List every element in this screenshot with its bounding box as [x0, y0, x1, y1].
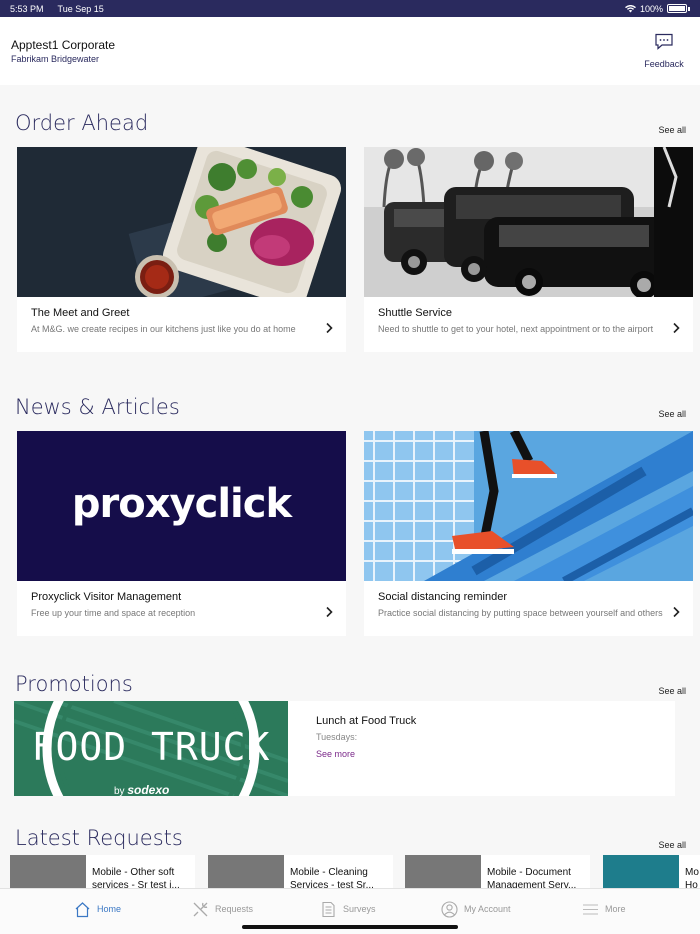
- stairs-image: [364, 431, 693, 581]
- tab-requests[interactable]: Requests: [192, 898, 253, 920]
- request-card[interactable]: Mobile - Document Management Serv...: [405, 855, 590, 891]
- card-description: Need to shuttle to get to your hotel, ne…: [378, 324, 654, 334]
- promotions-see-all[interactable]: See all: [658, 686, 686, 696]
- menu-icon: [583, 903, 598, 915]
- status-bar: 5:53 PM Tue Sep 15 100%: [0, 0, 700, 17]
- request-thumbnail: [208, 855, 284, 891]
- home-indicator: [242, 925, 458, 929]
- news-card-proxyclick[interactable]: proxyclick Proxyclick Visitor Management…: [17, 431, 346, 636]
- tab-my-account[interactable]: My Account: [441, 898, 511, 920]
- tab-more[interactable]: More: [582, 898, 626, 920]
- tab-home[interactable]: Home: [74, 898, 121, 920]
- promotion-subtitle: Tuesdays:: [316, 732, 358, 742]
- chevron-right-icon: [326, 322, 333, 334]
- tab-surveys[interactable]: Surveys: [320, 898, 376, 920]
- sodexo-logo: sodexo: [127, 783, 170, 796]
- tab-label: Home: [97, 904, 122, 914]
- status-right: 100%: [624, 3, 690, 14]
- request-thumbnail: [10, 855, 86, 891]
- card-title: Proxyclick Visitor Management: [31, 591, 182, 603]
- card-description: At M&G. we create recipes in our kitchen…: [31, 324, 296, 334]
- battery-icon: [667, 4, 687, 13]
- shuttle-image: [364, 147, 693, 297]
- feedback-button[interactable]: Feedback: [642, 33, 686, 69]
- home-icon: [75, 901, 90, 917]
- tab-label: My Account: [464, 904, 511, 914]
- tools-icon: [193, 902, 208, 916]
- promotion-card[interactable]: FOOD TRUCK by sodexo Lunch at Food Truck…: [14, 701, 675, 796]
- banner-by: by sodexo: [114, 783, 170, 796]
- food-truck-banner-text: FOOD TRUCK: [31, 725, 271, 769]
- card-title: Shuttle Service: [378, 307, 452, 319]
- chevron-right-icon: [673, 606, 680, 618]
- status-time: 5:53 PM: [10, 3, 44, 14]
- news-card-social-distancing[interactable]: Social distancing reminder Practice soci…: [364, 431, 693, 636]
- card-title: Social distancing reminder: [378, 591, 508, 603]
- meet-greet-image: [17, 147, 346, 297]
- chevron-right-icon: [673, 322, 680, 334]
- request-thumbnail: [603, 855, 679, 891]
- see-more-link[interactable]: See more: [316, 749, 355, 759]
- food-truck-image: FOOD TRUCK by sodexo: [14, 701, 288, 796]
- request-thumbnail: [405, 855, 481, 891]
- battery-percent: 100%: [639, 3, 663, 14]
- proxyclick-logo: proxyclick: [71, 481, 292, 527]
- request-card[interactable]: Mobile - Other soft services - Sr test i…: [10, 855, 195, 891]
- promotion-title: Lunch at Food Truck: [316, 715, 417, 727]
- promotions-title: Promotions: [15, 672, 133, 696]
- account-icon: [441, 900, 458, 918]
- news-see-all[interactable]: See all: [658, 409, 686, 419]
- order-ahead-title: Order Ahead: [15, 111, 149, 135]
- card-description: Free up your time and space at reception: [31, 608, 196, 618]
- feedback-label: Feedback: [644, 59, 684, 69]
- request-card[interactable]: Mo Ho: [603, 855, 700, 891]
- app-header: Apptest1 Corporate Fabrikam Bridgewater …: [0, 17, 700, 85]
- tab-label: Requests: [215, 904, 254, 914]
- tab-label: More: [605, 904, 626, 914]
- property-title: Apptest1 Corporate: [11, 38, 116, 52]
- document-icon: [322, 901, 335, 917]
- latest-requests-title: Latest Requests: [15, 826, 183, 850]
- chevron-right-icon: [326, 606, 333, 618]
- tab-label: Surveys: [343, 904, 376, 914]
- news-title: News & Articles: [15, 395, 180, 419]
- proxyclick-image: proxyclick: [17, 431, 346, 581]
- wifi-icon: [624, 4, 636, 12]
- property-subtitle: Fabrikam Bridgewater: [11, 54, 100, 64]
- request-card[interactable]: Mobile - Cleaning Services - test Sr...: [208, 855, 393, 891]
- order-ahead-see-all[interactable]: See all: [658, 125, 686, 135]
- latest-requests-see-all[interactable]: See all: [658, 840, 686, 850]
- order-card-shuttle[interactable]: Shuttle Service Need to shuttle to get t…: [364, 147, 693, 352]
- card-description: Practice social distancing by putting sp…: [378, 608, 663, 618]
- feedback-icon: [655, 33, 673, 50]
- order-card-meet-greet[interactable]: The Meet and Greet At M&G. we create rec…: [17, 147, 346, 352]
- card-title: The Meet and Greet: [31, 307, 130, 319]
- status-date: Tue Sep 15: [57, 3, 104, 14]
